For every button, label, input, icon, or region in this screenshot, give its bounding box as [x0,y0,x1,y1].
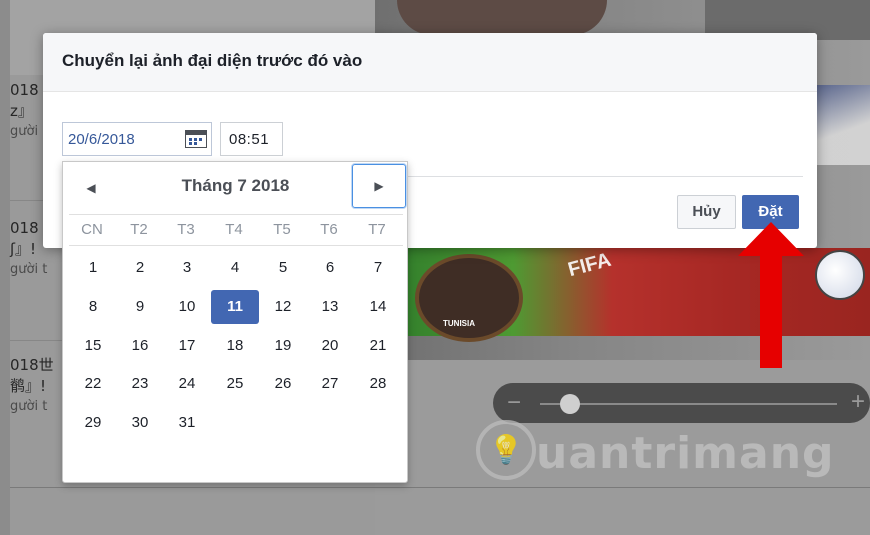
weekday-header: CN T2 T3 T4 T5 T6 T7 [69,214,403,246]
weekday-label: CN [81,221,103,238]
calendar-day[interactable]: 6 [310,254,350,282]
calendar-day[interactable]: 16 [120,332,160,360]
calendar-day[interactable]: 12 [263,293,303,321]
watermark-text: uantrimang [536,428,835,479]
lightbulb-icon: 💡 [476,420,536,480]
weekday-label: T5 [273,221,291,238]
divider [408,176,803,177]
calendar-day[interactable]: 2 [120,254,160,282]
calendar-day[interactable]: 17 [167,332,207,360]
zoom-out-button[interactable]: − [507,388,521,418]
calendar-day[interactable]: 23 [120,370,160,398]
weekday-label: T4 [225,221,243,238]
zoom-slider-handle[interactable] [559,394,580,414]
calendar-day[interactable]: 19 [263,332,303,360]
soccer-ball-icon [815,250,865,300]
calendar-day[interactable]: 13 [310,293,350,321]
background-post: 018世 鹡』! gười t [10,355,54,417]
calendar-day[interactable]: 28 [358,370,398,398]
calendar-day[interactable]: 5 [263,254,303,282]
month-label: Tháng 7 2018 [181,176,290,195]
calendar-day[interactable]: 27 [310,370,350,398]
calendar-day[interactable]: 25 [215,370,255,398]
badge-text: TUNISIA [443,319,475,328]
weekday-label: T7 [368,221,386,238]
photo-frame-banner: TUNISIA FIFA [375,248,870,342]
calendar-day[interactable]: 20 [310,332,350,360]
calendar-day[interactable]: 24 [167,370,207,398]
zoom-slider-line[interactable] [540,403,837,405]
calendar-day[interactable]: 15 [73,332,113,360]
post-author: gười [10,124,39,139]
post-text: 018世 [10,356,54,374]
calendar-day[interactable]: 7 [358,254,398,282]
calendar-day[interactable]: 4 [215,254,255,282]
calendar-day[interactable]: 9 [120,293,160,321]
time-value[interactable]: 08:51 [229,131,269,148]
left-edge [0,0,10,535]
photo-face [397,0,607,35]
background-post: 018 z』 gười [10,80,39,142]
calendar-day[interactable]: 21 [358,332,398,360]
post-text: 018 [10,81,39,99]
calendar-day[interactable]: 14 [358,293,398,321]
post-author: gười t [10,399,48,414]
previous-month-button[interactable]: ◀ [77,174,105,202]
cancel-button[interactable]: Hủy [677,195,736,229]
calendar-day-selected[interactable]: 11 [211,290,259,324]
post-text: z』 [10,102,33,120]
weekday-label: T6 [320,221,338,238]
date-field[interactable]: 20/6/2018 [62,122,212,156]
calendar-day[interactable]: 22 [73,370,113,398]
weekday-label: T2 [130,221,148,238]
date-picker: ◀ Tháng 7 2018 ▶ CN T2 T3 T4 T5 T6 T7 1 … [62,161,408,483]
time-field[interactable]: 08:51 [220,122,283,156]
post-text: ʃ』! [10,240,37,258]
post-text: 018 [10,219,39,237]
watermark: 💡 uantrimang [476,420,834,490]
weekday-label: T3 [177,221,195,238]
background-post: 018 ʃ』! gười t [10,218,47,280]
calendar-icon[interactable] [185,130,207,148]
annotation-arrow-head [738,222,804,256]
date-value[interactable]: 20/6/2018 [68,131,135,148]
post-text: 鹡』! [10,377,47,395]
calendar-day[interactable]: 26 [263,370,303,398]
calendar-day[interactable]: 30 [120,409,160,437]
banner-text: FIFA [565,248,614,282]
dialog-title: Chuyển lại ảnh đại diện trước đó vào [62,51,363,70]
calendar-day[interactable]: 8 [73,293,113,321]
calendar-day[interactable]: 1 [73,254,113,282]
divider [10,487,870,488]
next-month-button[interactable]: ▶ [352,164,406,208]
calendar-day[interactable]: 18 [215,332,255,360]
calendar-day[interactable]: 10 [167,293,207,321]
team-badge-icon: TUNISIA [415,254,523,342]
annotation-arrow-shaft [760,252,782,368]
calendar-day[interactable]: 29 [73,409,113,437]
calendar-day[interactable]: 3 [167,254,207,282]
calendar-day[interactable]: 31 [167,409,207,437]
post-author: gười t [10,262,48,277]
zoom-in-button[interactable]: + [851,387,865,417]
